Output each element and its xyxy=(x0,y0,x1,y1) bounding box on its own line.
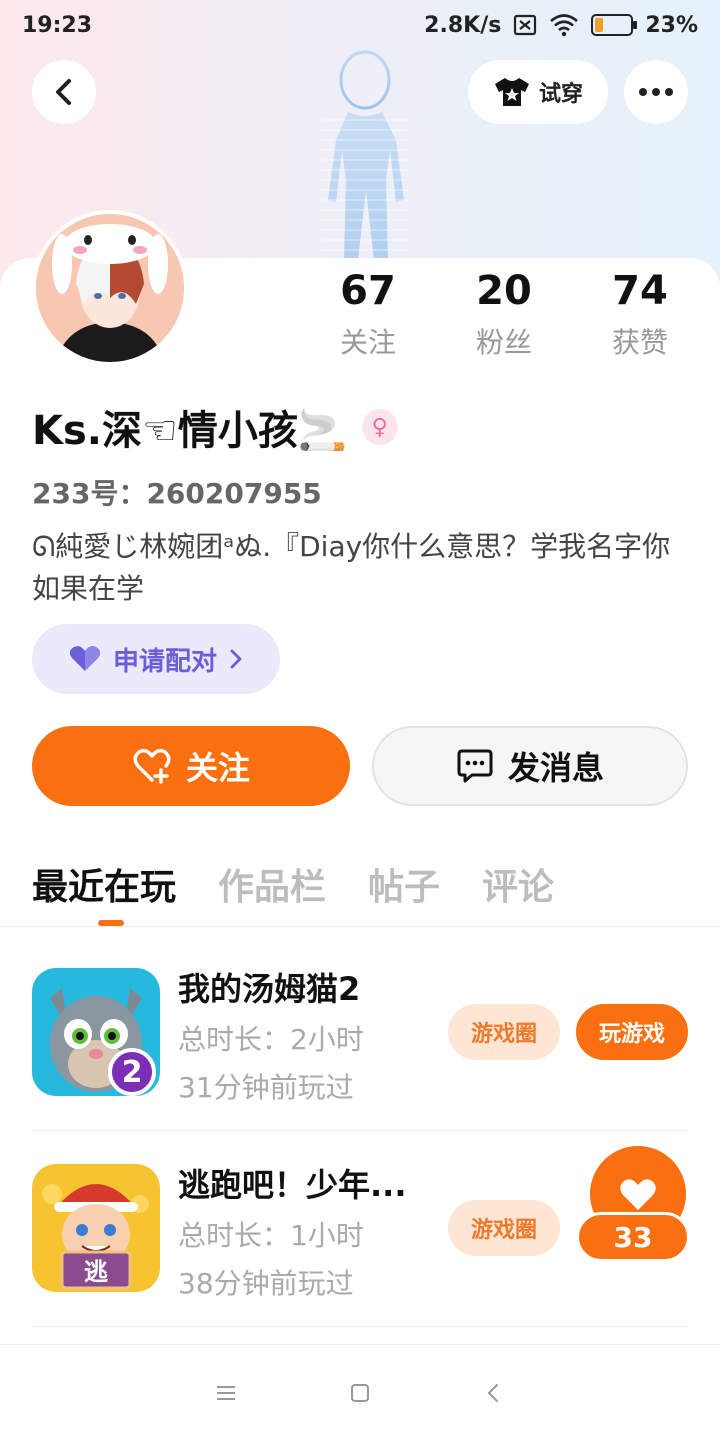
chat-bubble-icon xyxy=(457,749,493,783)
battery-icon xyxy=(591,14,638,36)
chevron-right-icon xyxy=(230,649,242,669)
divider xyxy=(0,926,720,927)
game-play-duration: 总时长：1小时 xyxy=(178,1219,364,1252)
stat-label: 获赞 xyxy=(611,326,668,359)
tab-comments[interactable]: 评论 xyxy=(482,858,554,914)
try-on-button[interactable]: 试穿 xyxy=(468,60,608,124)
divider xyxy=(32,1326,688,1327)
back-button[interactable] xyxy=(32,60,96,124)
game-last-played: 31分钟前玩过 xyxy=(178,1071,354,1104)
chevron-left-icon xyxy=(56,79,71,105)
game-icon-run-boy: 逃 xyxy=(32,1164,160,1292)
follow-button[interactable]: 关注 xyxy=(32,726,350,806)
send-message-label: 发消息 xyxy=(507,749,604,787)
more-options-button[interactable] xyxy=(624,60,688,124)
stat-label: 关注 xyxy=(339,326,396,359)
stat-value: 67 xyxy=(340,268,396,314)
user-id: 233号：260207955 xyxy=(32,477,322,510)
sim-off-icon xyxy=(514,14,537,36)
battery-percent: 23% xyxy=(645,12,698,38)
request-pair-label: 申请配对 xyxy=(112,646,217,677)
system-navigation-bar xyxy=(0,1344,720,1440)
game-circle-button[interactable]: 游戏圈 xyxy=(448,1004,560,1060)
tab-recently-played[interactable]: 最近在玩 xyxy=(32,858,176,914)
user-bio: ᘏ純愛じ林婉团ᵃぬ.『Diay你什么意思？学我名字你如果在学 xyxy=(32,530,671,605)
username-row: Ks.深☜情小孩🚬 ♀ xyxy=(32,398,398,456)
network-speed: 2.8K/s xyxy=(424,12,502,38)
heart-icon xyxy=(620,1179,656,1210)
like-count: 33 xyxy=(576,1212,690,1262)
tab-posts[interactable]: 帖子 xyxy=(368,858,440,914)
follow-label: 关注 xyxy=(185,749,250,787)
game-icon-talking-tom: 2 xyxy=(32,968,160,1096)
game-play-duration: 总时长：2小时 xyxy=(178,1023,364,1056)
back-triangle-icon[interactable] xyxy=(482,1381,506,1405)
request-pair-button[interactable]: 申请配对 xyxy=(32,624,280,694)
game-last-played: 38分钟前玩过 xyxy=(178,1267,354,1300)
stat-fans[interactable]: 20 粉丝 xyxy=(436,265,572,361)
wifi-icon xyxy=(550,14,579,37)
avatar-hologram-figure xyxy=(320,50,410,260)
stat-label: 粉丝 xyxy=(475,326,532,359)
game-title: 我的汤姆猫2 xyxy=(178,970,361,1008)
list-item[interactable]: 2 我的汤姆猫2 总时长：2小时 31分钟前玩过 游戏圈 玩游戏 xyxy=(32,954,688,1134)
tab-works[interactable]: 作品栏 xyxy=(218,858,326,914)
avatar-illustration xyxy=(36,214,184,362)
game-title: 逃跑吧！少年... xyxy=(178,1166,407,1204)
heart-icon xyxy=(69,646,101,671)
more-dots-icon xyxy=(639,88,673,96)
battery-level-fill xyxy=(595,18,604,32)
username: Ks.深☜情小孩🚬 xyxy=(32,408,348,454)
game-circle-button[interactable]: 游戏圈 xyxy=(448,1200,560,1256)
menu-icon[interactable] xyxy=(214,1383,238,1403)
tshirt-icon xyxy=(494,78,529,106)
stat-value: 20 xyxy=(476,268,532,314)
talking-tom-cat-icon: 2 xyxy=(32,968,160,1096)
status-bar: 19:23 2.8K/s 23% xyxy=(0,0,720,50)
game-icon-badge: 2 xyxy=(122,1055,143,1090)
game-icon-badge: 逃 xyxy=(84,1258,108,1286)
stat-likes[interactable]: 74 获赞 xyxy=(572,265,708,361)
send-message-button[interactable]: 发消息 xyxy=(372,726,688,806)
status-time: 19:23 xyxy=(22,12,93,38)
profile-stats: 67 关注 20 粉丝 74 获赞 xyxy=(300,265,720,361)
heart-add-icon xyxy=(133,748,171,784)
try-on-label: 试穿 xyxy=(538,82,583,107)
stat-following[interactable]: 67 关注 xyxy=(300,265,436,361)
home-square-icon[interactable] xyxy=(348,1381,372,1405)
run-boy-game-icon: 逃 xyxy=(32,1164,160,1292)
stat-value: 74 xyxy=(612,268,668,314)
female-gender-icon: ♀ xyxy=(361,409,398,445)
floating-like-button[interactable]: 33 xyxy=(576,1146,690,1266)
avatar[interactable] xyxy=(32,210,188,366)
play-game-button[interactable]: 玩游戏 xyxy=(576,1004,688,1060)
profile-tabs: 最近在玩 作品栏 帖子 评论 xyxy=(32,858,554,926)
status-indicators: 2.8K/s 23% xyxy=(424,13,698,38)
divider xyxy=(32,1130,688,1131)
